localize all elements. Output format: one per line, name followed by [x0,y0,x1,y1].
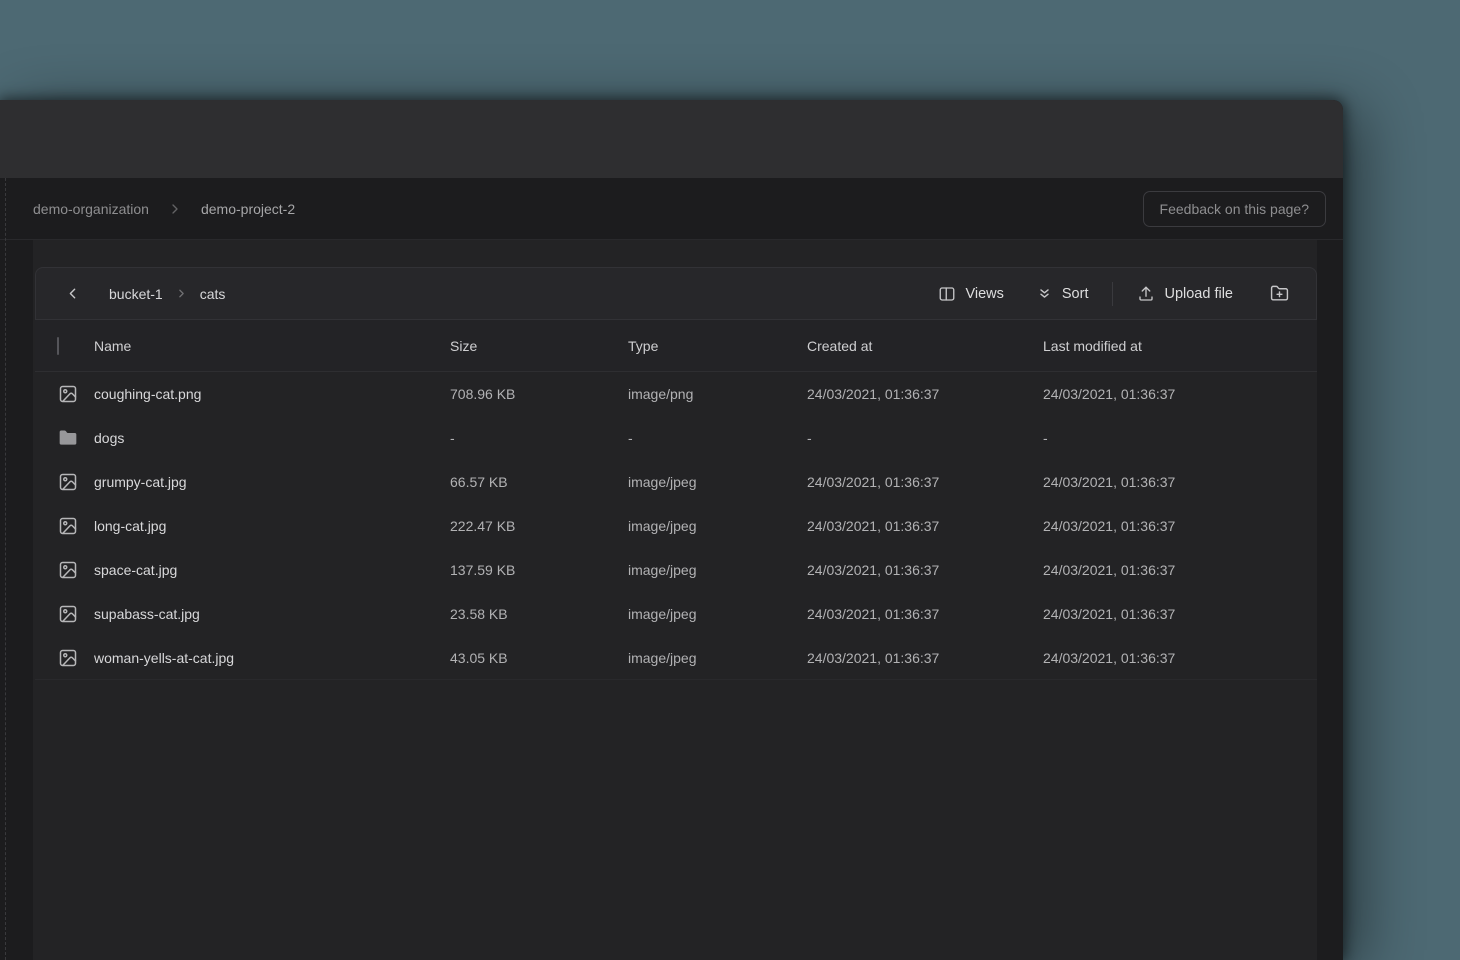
file-size: 66.57 KB [450,474,628,490]
file-name: long-cat.jpg [94,518,450,534]
file-size: 222.47 KB [450,518,628,534]
table-row[interactable]: dogs - - - - [35,416,1317,460]
file-name: supabass-cat.jpg [94,606,450,622]
file-size: - [450,430,628,446]
file-type: - [628,430,807,446]
file-size: 137.59 KB [450,562,628,578]
file-name: dogs [94,430,450,446]
create-folder-button[interactable] [1265,279,1294,308]
upload-file-label: Upload file [1164,286,1233,302]
toolbar-right: Views Sort [934,279,1294,309]
bucket-breadcrumb: bucket-1 cats [109,286,225,302]
file-name: space-cat.jpg [94,562,450,578]
chevrons-down-icon [1036,285,1053,302]
column-header-size[interactable]: Size [450,338,628,354]
chevron-left-icon [64,285,81,302]
panel-columns-icon [938,285,956,303]
file-modified-at: 24/03/2021, 01:36:37 [1043,474,1317,490]
app-window: demo-organization demo-project-2 Feedbac… [0,100,1343,960]
breadcrumb-organization[interactable]: demo-organization [33,201,149,217]
file-type: image/jpeg [628,650,807,666]
file-type-icon-cell [58,604,94,624]
file-type-icon-cell [58,472,94,492]
table-row[interactable]: woman-yells-at-cat.jpg 43.05 KB image/jp… [35,636,1317,680]
column-header-type[interactable]: Type [628,338,807,354]
chevron-right-icon [167,201,183,217]
file-modified-at: 24/03/2021, 01:36:37 [1043,562,1317,578]
storage-explorer-panel: bucket-1 cats Views [33,240,1317,960]
window-chrome-bar [0,100,1343,178]
table-body: coughing-cat.png 708.96 KB image/png 24/… [35,372,1317,680]
feedback-button[interactable]: Feedback on this page? [1143,191,1326,227]
breadcrumb-bucket[interactable]: bucket-1 [109,286,163,302]
column-header-name[interactable]: Name [94,338,450,354]
table-row[interactable]: grumpy-cat.jpg 66.57 KB image/jpeg 24/03… [35,460,1317,504]
file-modified-at: 24/03/2021, 01:36:37 [1043,518,1317,534]
sort-label: Sort [1062,286,1089,302]
file-type: image/jpeg [628,562,807,578]
table-header: Name Size Type Created at Last modified … [35,320,1317,372]
breadcrumb-project[interactable]: demo-project-2 [201,201,295,217]
file-modified-at: 24/03/2021, 01:36:37 [1043,650,1317,666]
views-button[interactable]: Views [934,279,1007,309]
image-icon [58,604,78,624]
image-icon [58,472,78,492]
file-size: 43.05 KB [450,650,628,666]
image-icon [58,516,78,536]
image-icon [58,560,78,580]
upload-icon [1137,285,1155,303]
file-created-at: 24/03/2021, 01:36:37 [807,518,1043,534]
file-type-icon-cell [58,516,94,536]
file-size: 23.58 KB [450,606,628,622]
column-header-modified[interactable]: Last modified at [1043,338,1317,354]
column-header-created[interactable]: Created at [807,338,1043,354]
file-type-icon-cell [58,560,94,580]
file-browser-card: bucket-1 cats Views [35,267,1317,680]
panel-edge-divider [5,178,6,960]
file-name: grumpy-cat.jpg [94,474,450,490]
file-type: image/jpeg [628,518,807,534]
select-all-checkbox[interactable] [57,337,59,355]
table-row[interactable]: long-cat.jpg 222.47 KB image/jpeg 24/03/… [35,504,1317,548]
file-created-at: 24/03/2021, 01:36:37 [807,606,1043,622]
content-area: bucket-1 cats Views [0,240,1343,960]
breadcrumb-current-folder[interactable]: cats [200,286,226,302]
toolbar-divider [1112,282,1113,306]
file-created-at: 24/03/2021, 01:36:37 [807,650,1043,666]
file-modified-at: - [1043,430,1317,446]
file-type: image/jpeg [628,474,807,490]
file-name: woman-yells-at-cat.jpg [94,650,450,666]
file-modified-at: 24/03/2021, 01:36:37 [1043,386,1317,402]
image-icon [58,384,78,404]
folder-plus-icon [1270,284,1289,303]
table-row[interactable]: space-cat.jpg 137.59 KB image/jpeg 24/03… [35,548,1317,592]
file-type-icon-cell [58,648,94,668]
file-name: coughing-cat.png [94,386,450,402]
file-created-at: 24/03/2021, 01:36:37 [807,562,1043,578]
file-type: image/png [628,386,807,402]
file-type-icon-cell [58,428,94,448]
file-modified-at: 24/03/2021, 01:36:37 [1043,606,1317,622]
breadcrumb: demo-organization demo-project-2 [33,201,295,217]
sort-button[interactable]: Sort [1032,279,1093,308]
file-created-at: 24/03/2021, 01:36:37 [807,474,1043,490]
toolbar-left: bucket-1 cats [60,281,225,306]
table-row[interactable]: supabass-cat.jpg 23.58 KB image/jpeg 24/… [35,592,1317,636]
file-size: 708.96 KB [450,386,628,402]
file-created-at: 24/03/2021, 01:36:37 [807,386,1043,402]
upload-file-button[interactable]: Upload file [1133,279,1237,309]
image-icon [58,648,78,668]
chevron-right-icon [175,287,188,300]
table-row[interactable]: coughing-cat.png 708.96 KB image/png 24/… [35,372,1317,416]
back-button[interactable] [60,281,85,306]
file-type: image/jpeg [628,606,807,622]
file-type-icon-cell [58,384,94,404]
explorer-toolbar: bucket-1 cats Views [35,267,1317,320]
views-label: Views [965,286,1003,302]
folder-icon [58,428,78,448]
org-header: demo-organization demo-project-2 Feedbac… [0,178,1343,240]
file-created-at: - [807,430,1043,446]
